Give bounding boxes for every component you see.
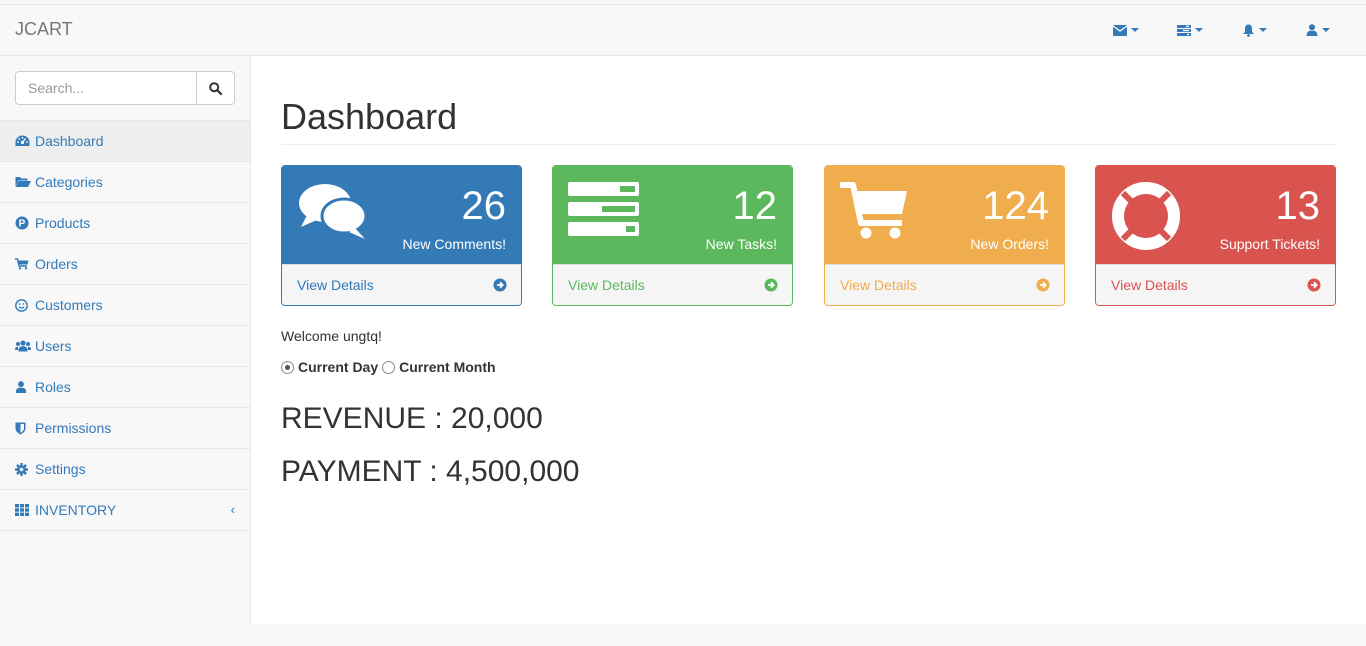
- tasks-panel: 12 New Tasks! View Details: [552, 165, 793, 306]
- user-icon: [1306, 24, 1318, 36]
- orders-panel: 124 New Orders! View Details: [824, 165, 1065, 306]
- product-p-icon: P: [15, 216, 31, 230]
- svg-text:P: P: [19, 219, 26, 230]
- view-details-label: View Details: [568, 277, 645, 293]
- alerts-dropdown[interactable]: [1222, 5, 1286, 55]
- panel-caption: New Orders!: [970, 236, 1049, 252]
- sidebar-search: [15, 71, 235, 105]
- panel-caption: New Comments!: [402, 236, 506, 252]
- panel-heading: 13 Support Tickets!: [1096, 166, 1335, 264]
- top-navbar: JCART: [0, 4, 1366, 56]
- sidebar: Dashboard Categories P Products Orders C…: [0, 56, 251, 624]
- tasks-dropdown[interactable]: [1158, 5, 1222, 55]
- users-icon: [15, 339, 31, 353]
- period-selector: Current Day Current Month: [281, 359, 500, 375]
- view-details-link[interactable]: View Details: [825, 264, 1064, 305]
- panel-count: 12: [732, 184, 778, 228]
- sidebar-item-orders[interactable]: Orders: [0, 244, 250, 285]
- search-button[interactable]: [197, 71, 235, 105]
- sidebar-item-roles[interactable]: Roles: [0, 367, 250, 408]
- sidebar-item-settings[interactable]: Settings: [0, 449, 250, 490]
- arrow-circle-right-icon: [1307, 278, 1321, 292]
- tasks-icon: [1177, 24, 1191, 36]
- panel-caption: Support Tickets!: [1219, 236, 1320, 252]
- gear-icon: [15, 462, 31, 476]
- caret-down-icon: [1258, 28, 1267, 32]
- panel-caption: New Tasks!: [705, 236, 777, 252]
- support-panel: 13 Support Tickets! View Details: [1095, 165, 1336, 306]
- sidebar-item-inventory[interactable]: INVENTORY ‹: [0, 490, 250, 531]
- caret-down-icon: [1195, 28, 1203, 32]
- sidebar-item-label: Roles: [35, 379, 71, 395]
- revenue-total: REVENUE : 20,000: [281, 402, 543, 435]
- current-month-radio[interactable]: [382, 360, 396, 374]
- sidebar-item-users[interactable]: Users: [0, 326, 250, 367]
- shopping-cart-icon: [840, 182, 907, 239]
- dashboard-icon: [15, 134, 31, 148]
- sidebar-item-label: INVENTORY: [35, 502, 117, 518]
- brand-logo[interactable]: JCART: [15, 19, 73, 40]
- welcome-message: Welcome ungtq!: [281, 328, 382, 344]
- sidebar-item-label: Orders: [35, 256, 78, 272]
- caret-down-icon: [1131, 28, 1139, 32]
- support-icon: [1112, 182, 1180, 250]
- view-details-label: View Details: [1111, 277, 1188, 293]
- panel-heading: 124 New Orders!: [825, 166, 1064, 264]
- chevron-left-icon[interactable]: ‹: [231, 502, 235, 517]
- panel-count: 26: [461, 184, 507, 228]
- sidebar-item-label: Dashboard: [35, 133, 104, 149]
- view-details-link[interactable]: View Details: [553, 264, 792, 305]
- search-icon: [209, 81, 222, 95]
- sidebar-item-customers[interactable]: Customers: [0, 285, 250, 326]
- arrow-circle-right-icon: [493, 278, 507, 292]
- cart-icon: [15, 257, 31, 271]
- comments-panel: 26 New Comments! View Details: [281, 165, 522, 306]
- sidebar-item-label: Customers: [35, 297, 103, 313]
- sidebar-item-label: Permissions: [35, 420, 112, 436]
- sidebar-item-label: Settings: [35, 461, 86, 477]
- folder-open-icon: [15, 175, 31, 189]
- messages-dropdown[interactable]: [1094, 5, 1158, 55]
- panel-count: 13: [1275, 184, 1321, 228]
- sidebar-item-label: Categories: [35, 174, 103, 190]
- arrow-circle-right-icon: [1036, 278, 1050, 292]
- sidebar-item-products[interactable]: P Products: [0, 203, 250, 244]
- current-month-label[interactable]: Current Month: [399, 359, 495, 375]
- sidebar-nav: Dashboard Categories P Products Orders C…: [0, 120, 250, 531]
- sidebar-item-label: Users: [35, 338, 72, 354]
- sidebar-item-categories[interactable]: Categories: [0, 162, 250, 203]
- sidebar-item-permissions[interactable]: Permissions: [0, 408, 250, 449]
- current-day-radio[interactable]: [281, 360, 294, 374]
- view-details-label: View Details: [840, 277, 917, 293]
- arrow-circle-right-icon: [764, 278, 778, 292]
- grid-icon: [15, 503, 31, 517]
- payment-total: PAYMENT : 4,500,000: [281, 455, 580, 488]
- user-icon: [15, 380, 31, 394]
- shield-icon: [15, 421, 31, 435]
- user-dropdown[interactable]: [1286, 5, 1350, 55]
- panel-heading: 26 New Comments!: [282, 166, 521, 264]
- caret-down-icon: [1322, 28, 1330, 32]
- view-details-link[interactable]: View Details: [1096, 264, 1335, 305]
- envelope-icon: [1113, 24, 1127, 36]
- smile-icon: [15, 298, 31, 312]
- panel-count: 124: [982, 184, 1049, 228]
- sidebar-item-dashboard[interactable]: Dashboard: [0, 121, 250, 162]
- bell-icon: [1242, 24, 1254, 37]
- panel-heading: 12 New Tasks!: [553, 166, 792, 264]
- top-nav-menu: [1094, 5, 1350, 55]
- comments-icon: [299, 184, 368, 239]
- search-input[interactable]: [15, 71, 197, 105]
- sidebar-item-label: Products: [35, 215, 91, 231]
- title-divider: [281, 144, 1336, 145]
- tasks-icon: [568, 182, 639, 236]
- current-day-label[interactable]: Current Day: [298, 359, 378, 375]
- view-details-label: View Details: [297, 277, 374, 293]
- view-details-link[interactable]: View Details: [282, 264, 521, 305]
- main-content: Dashboard 26 New Comments! View Details: [251, 56, 1366, 624]
- page-title: Dashboard: [281, 96, 458, 137]
